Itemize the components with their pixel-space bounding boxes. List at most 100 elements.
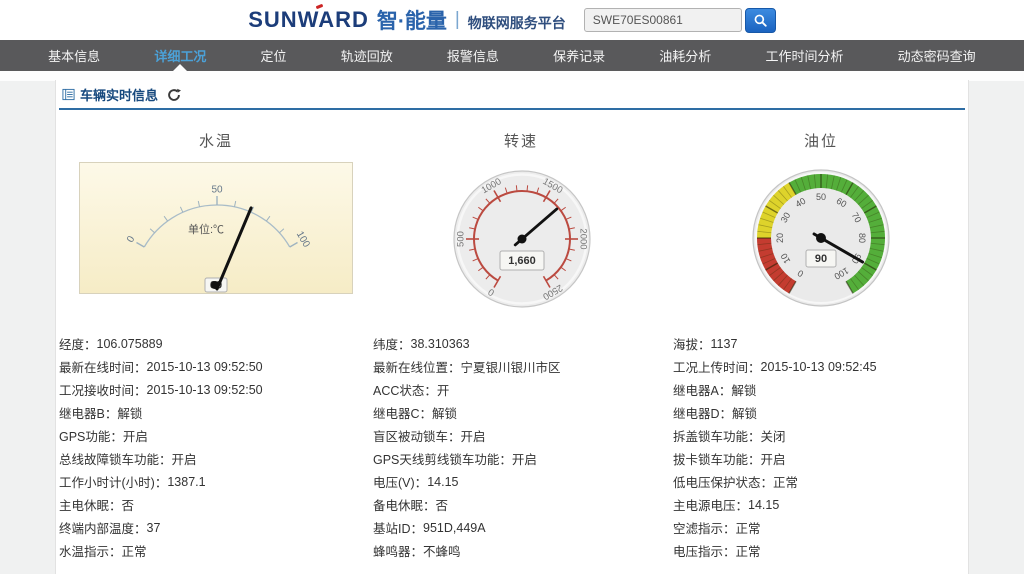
info-item: 拆盖锁车功能：关闭 bbox=[673, 424, 967, 447]
nav-tab-1[interactable]: 详细工况 bbox=[148, 40, 212, 71]
info-item: 工况上传时间：2015-10-13 09:52:45 bbox=[673, 355, 967, 378]
info-separator: ： bbox=[155, 472, 168, 491]
info-value: 14.15 bbox=[427, 475, 458, 489]
info-label: 主电源电压 bbox=[673, 495, 736, 514]
info-label: 继电器A bbox=[673, 380, 719, 399]
svg-text:单位:℃: 单位:℃ bbox=[188, 222, 224, 236]
info-value: 开启 bbox=[172, 449, 197, 468]
info-separator: ： bbox=[723, 518, 736, 537]
info-item: 继电器B：解锁 bbox=[59, 401, 373, 424]
nav-tab-label: 油耗分析 bbox=[659, 46, 711, 65]
info-item: 工况接收时间：2015-10-13 09:52:50 bbox=[59, 378, 373, 401]
info-label: 海拔 bbox=[673, 334, 698, 353]
info-label: 盲区被动锁车 bbox=[373, 426, 448, 445]
info-separator: ： bbox=[105, 403, 118, 422]
info-separator: ： bbox=[411, 518, 424, 537]
product-name: 智·能量 bbox=[377, 5, 447, 35]
rpm-gauge: 050010001500200025001,660 bbox=[440, 157, 604, 321]
info-label: 水温指示 bbox=[59, 541, 109, 560]
info-label: 备电休眠 bbox=[373, 495, 423, 514]
nav-tab-0[interactable]: 基本信息 bbox=[42, 40, 106, 71]
info-value: 2015-10-13 09:52:50 bbox=[147, 383, 263, 397]
info-value: 1137 bbox=[711, 337, 738, 351]
info-label: 经度 bbox=[59, 334, 84, 353]
nav-tab-label: 保养记录 bbox=[553, 46, 605, 65]
info-label: 纬度 bbox=[373, 334, 398, 353]
info-label: 蜂鸣器 bbox=[373, 541, 411, 560]
gauges: 水温 转速 油位 050100单位:℃69 050010001500200025… bbox=[56, 102, 968, 332]
nav-tab-7[interactable]: 工作时间分析 bbox=[759, 40, 849, 71]
info-item: 总线故障锁车功能：开启 bbox=[59, 447, 373, 470]
info-label: GPS功能 bbox=[59, 426, 110, 445]
svg-text:90: 90 bbox=[815, 253, 827, 265]
info-separator: ： bbox=[448, 357, 461, 376]
info-separator: ： bbox=[719, 380, 732, 399]
info-separator: ： bbox=[748, 449, 761, 468]
info-value: 宁夏银川银川市区 bbox=[461, 357, 561, 376]
info-value: 38.310363 bbox=[411, 337, 470, 351]
info-label: 主电休眠 bbox=[59, 495, 109, 514]
info-label: 最新在线位置 bbox=[373, 357, 448, 376]
info-separator: ： bbox=[720, 403, 733, 422]
info-label: GPS天线剪线锁车功能 bbox=[373, 449, 499, 468]
info-separator: ： bbox=[159, 449, 172, 468]
info-item: GPS天线剪线锁车功能：开启 bbox=[373, 447, 673, 470]
info-value: 关闭 bbox=[761, 426, 786, 445]
info-separator: ： bbox=[748, 426, 761, 445]
nav-tab-label: 工作时间分析 bbox=[765, 46, 843, 65]
info-item: 最新在线位置：宁夏银川银川市区 bbox=[373, 355, 673, 378]
nav-tab-label: 动态密码查询 bbox=[898, 46, 976, 65]
refresh-button[interactable] bbox=[167, 88, 181, 102]
nav-tab-4[interactable]: 报警信息 bbox=[441, 40, 505, 71]
nav-tab-6[interactable]: 油耗分析 bbox=[653, 40, 717, 71]
info-item: 电压(V)：14.15 bbox=[373, 470, 673, 493]
info-value: 2015-10-13 09:52:50 bbox=[147, 360, 263, 374]
nav-tab-2[interactable]: 定位 bbox=[255, 40, 293, 71]
info-item: 水温指示：正常 bbox=[59, 539, 373, 562]
water-temp-gauge: 050100单位:℃69 bbox=[79, 162, 353, 294]
info-value: 1387.1 bbox=[167, 475, 205, 489]
nav-tab-8[interactable]: 动态密码查询 bbox=[892, 40, 982, 71]
info-grid: 经度：106.075889最新在线时间：2015-10-13 09:52:50工… bbox=[59, 332, 967, 562]
search-icon bbox=[753, 13, 768, 28]
nav-tab-label: 详细工况 bbox=[154, 46, 206, 65]
info-separator: ： bbox=[84, 334, 97, 353]
info-value: 否 bbox=[122, 495, 135, 514]
search-input[interactable] bbox=[584, 8, 742, 32]
info-value: 37 bbox=[147, 521, 161, 535]
info-separator: ： bbox=[423, 495, 436, 514]
search-bar bbox=[584, 8, 776, 33]
info-label: 继电器D bbox=[673, 403, 720, 422]
info-item: 盲区被动锁车：开启 bbox=[373, 424, 673, 447]
info-label: 总线故障锁车功能 bbox=[59, 449, 159, 468]
search-button[interactable] bbox=[745, 8, 776, 33]
nav-tab-3[interactable]: 轨迹回放 bbox=[335, 40, 399, 71]
info-label: 工作小时计(小时) bbox=[59, 472, 155, 491]
info-item: 最新在线时间：2015-10-13 09:52:50 bbox=[59, 355, 373, 378]
gauge-title-fuel-level: 油位 bbox=[671, 130, 971, 151]
info-separator: ： bbox=[109, 495, 122, 514]
info-value: 正常 bbox=[122, 541, 147, 560]
info-value: 开启 bbox=[461, 426, 486, 445]
info-item: 经度：106.075889 bbox=[59, 332, 373, 355]
platform-subtitle: 物联网服务平台 bbox=[468, 8, 566, 33]
info-label: 继电器C bbox=[373, 403, 420, 422]
info-value: 2015-10-13 09:52:45 bbox=[761, 360, 877, 374]
svg-text:50: 50 bbox=[211, 185, 223, 196]
info-item: 海拔：1137 bbox=[673, 332, 967, 355]
info-separator: ： bbox=[420, 403, 433, 422]
info-value: 开启 bbox=[123, 426, 148, 445]
info-value: 解锁 bbox=[117, 403, 142, 422]
info-item: 纬度：38.310363 bbox=[373, 332, 673, 355]
info-separator: ： bbox=[134, 357, 147, 376]
info-label: 工况接收时间 bbox=[59, 380, 134, 399]
nav-tab-5[interactable]: 保养记录 bbox=[547, 40, 611, 71]
svg-text:50: 50 bbox=[816, 192, 826, 202]
gauge-title-water-temp: 水温 bbox=[66, 130, 366, 151]
info-separator: ： bbox=[736, 495, 749, 514]
svg-text:0: 0 bbox=[125, 234, 138, 245]
nav-tab-label: 轨迹回放 bbox=[341, 46, 393, 65]
header: SUNWARD 智·能量 | 物联网服务平台 bbox=[0, 0, 1024, 40]
info-value: 14.15 bbox=[748, 498, 779, 512]
info-value: 正常 bbox=[773, 472, 798, 491]
